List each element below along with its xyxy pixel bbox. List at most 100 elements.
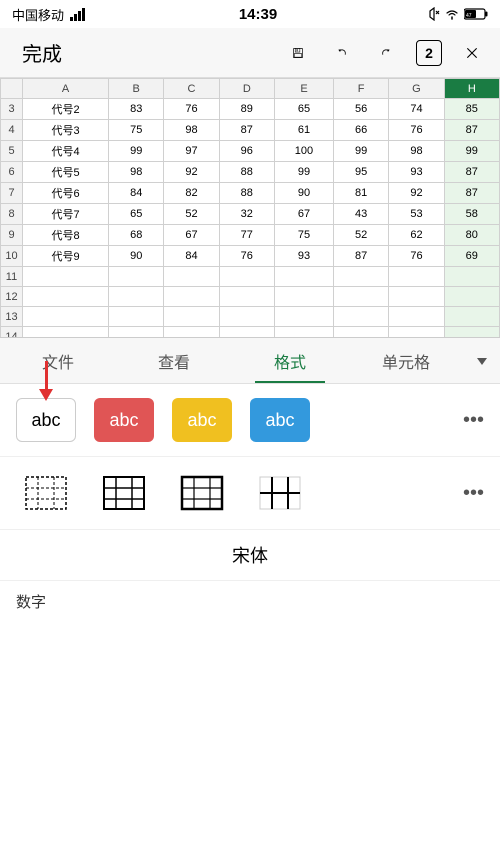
table-cell[interactable]: 代号8 xyxy=(23,225,109,246)
table-cell[interactable]: 52 xyxy=(334,225,389,246)
table-cell[interactable] xyxy=(389,327,444,339)
table-cell[interactable] xyxy=(23,287,109,307)
table-cell[interactable] xyxy=(164,327,219,339)
table-cell[interactable]: 76 xyxy=(389,120,444,141)
tab-文件[interactable]: 文件 xyxy=(0,338,116,383)
table-cell[interactable]: 52 xyxy=(164,204,219,225)
table-cell[interactable]: 代号2 xyxy=(23,99,109,120)
table-cell[interactable]: 76 xyxy=(389,246,444,267)
table-cell[interactable]: 83 xyxy=(109,99,164,120)
table-cell[interactable]: 76 xyxy=(164,99,219,120)
table-cell[interactable]: 87 xyxy=(444,120,499,141)
table-cell[interactable] xyxy=(389,267,444,287)
border-more-button[interactable]: ••• xyxy=(463,482,484,505)
table-cell[interactable]: 43 xyxy=(334,204,389,225)
table-cell[interactable]: 87 xyxy=(444,162,499,183)
table-cell[interactable] xyxy=(274,287,333,307)
table-cell[interactable]: 93 xyxy=(274,246,333,267)
table-cell[interactable] xyxy=(444,267,499,287)
table-cell[interactable]: 95 xyxy=(334,162,389,183)
table-cell[interactable]: 62 xyxy=(389,225,444,246)
close-button[interactable] xyxy=(458,39,486,67)
table-cell[interactable]: 90 xyxy=(109,246,164,267)
table-cell[interactable]: 88 xyxy=(219,162,274,183)
table-cell[interactable] xyxy=(109,267,164,287)
tab-查看[interactable]: 查看 xyxy=(116,338,232,383)
tab-格式[interactable]: 格式 xyxy=(232,338,348,383)
table-cell[interactable] xyxy=(334,267,389,287)
table-cell[interactable] xyxy=(219,327,274,339)
table-cell[interactable]: 99 xyxy=(444,141,499,162)
table-cell[interactable] xyxy=(109,307,164,327)
table-cell[interactable] xyxy=(334,307,389,327)
table-cell[interactable]: 99 xyxy=(274,162,333,183)
table-cell[interactable]: 98 xyxy=(109,162,164,183)
table-cell[interactable]: 89 xyxy=(219,99,274,120)
border-partial-button[interactable] xyxy=(250,471,310,515)
table-cell[interactable]: 99 xyxy=(334,141,389,162)
table-cell[interactable] xyxy=(444,287,499,307)
table-cell[interactable]: 56 xyxy=(334,99,389,120)
tab-more-button[interactable] xyxy=(464,352,500,370)
table-cell[interactable]: 61 xyxy=(274,120,333,141)
table-cell[interactable] xyxy=(164,287,219,307)
table-cell[interactable]: 77 xyxy=(219,225,274,246)
style-red-button[interactable]: abc xyxy=(94,398,154,442)
table-cell[interactable]: 80 xyxy=(444,225,499,246)
table-cell[interactable]: 82 xyxy=(164,183,219,204)
table-cell[interactable]: 96 xyxy=(219,141,274,162)
table-cell[interactable]: 100 xyxy=(274,141,333,162)
table-cell[interactable]: 代号6 xyxy=(23,183,109,204)
redo-button[interactable] xyxy=(372,39,400,67)
table-cell[interactable]: 53 xyxy=(389,204,444,225)
table-cell[interactable]: 65 xyxy=(109,204,164,225)
undo-button[interactable] xyxy=(328,39,356,67)
table-cell[interactable]: 68 xyxy=(109,225,164,246)
border-all-button[interactable] xyxy=(16,471,76,515)
done-button[interactable]: 完成 xyxy=(14,34,70,71)
table-cell[interactable]: 66 xyxy=(334,120,389,141)
table-cell[interactable] xyxy=(389,307,444,327)
table-cell[interactable] xyxy=(219,307,274,327)
table-cell[interactable] xyxy=(334,287,389,307)
table-cell[interactable] xyxy=(23,327,109,339)
table-cell[interactable] xyxy=(444,327,499,339)
table-cell[interactable] xyxy=(164,267,219,287)
table-cell[interactable]: 90 xyxy=(274,183,333,204)
table-cell[interactable]: 65 xyxy=(274,99,333,120)
table-cell[interactable]: 32 xyxy=(219,204,274,225)
table-cell[interactable]: 99 xyxy=(109,141,164,162)
table-cell[interactable]: 84 xyxy=(109,183,164,204)
table-cell[interactable] xyxy=(23,267,109,287)
table-cell[interactable]: 代号9 xyxy=(23,246,109,267)
table-cell[interactable] xyxy=(109,287,164,307)
table-cell[interactable]: 87 xyxy=(334,246,389,267)
table-cell[interactable]: 84 xyxy=(164,246,219,267)
table-cell[interactable]: 85 xyxy=(444,99,499,120)
table-cell[interactable]: 58 xyxy=(444,204,499,225)
table-cell[interactable]: 69 xyxy=(444,246,499,267)
border-outer-button[interactable] xyxy=(172,471,232,515)
border-inner-button[interactable] xyxy=(94,471,154,515)
table-cell[interactable] xyxy=(164,307,219,327)
table-cell[interactable]: 75 xyxy=(274,225,333,246)
table-cell[interactable]: 97 xyxy=(164,141,219,162)
table-cell[interactable]: 87 xyxy=(444,183,499,204)
table-cell[interactable] xyxy=(219,287,274,307)
table-cell[interactable]: 67 xyxy=(164,225,219,246)
table-cell[interactable]: 76 xyxy=(219,246,274,267)
table-cell[interactable] xyxy=(274,307,333,327)
table-cell[interactable] xyxy=(23,307,109,327)
style-blue-button[interactable]: abc xyxy=(250,398,310,442)
table-cell[interactable]: 92 xyxy=(164,162,219,183)
table-cell[interactable]: 75 xyxy=(109,120,164,141)
table-cell[interactable] xyxy=(334,327,389,339)
table-cell[interactable] xyxy=(219,267,274,287)
style-more-button[interactable]: ••• xyxy=(463,409,484,432)
table-cell[interactable]: 74 xyxy=(389,99,444,120)
page-count-button[interactable]: 2 xyxy=(416,40,442,66)
table-cell[interactable]: 98 xyxy=(164,120,219,141)
style-yellow-button[interactable]: abc xyxy=(172,398,232,442)
table-cell[interactable]: 67 xyxy=(274,204,333,225)
table-cell[interactable]: 88 xyxy=(219,183,274,204)
